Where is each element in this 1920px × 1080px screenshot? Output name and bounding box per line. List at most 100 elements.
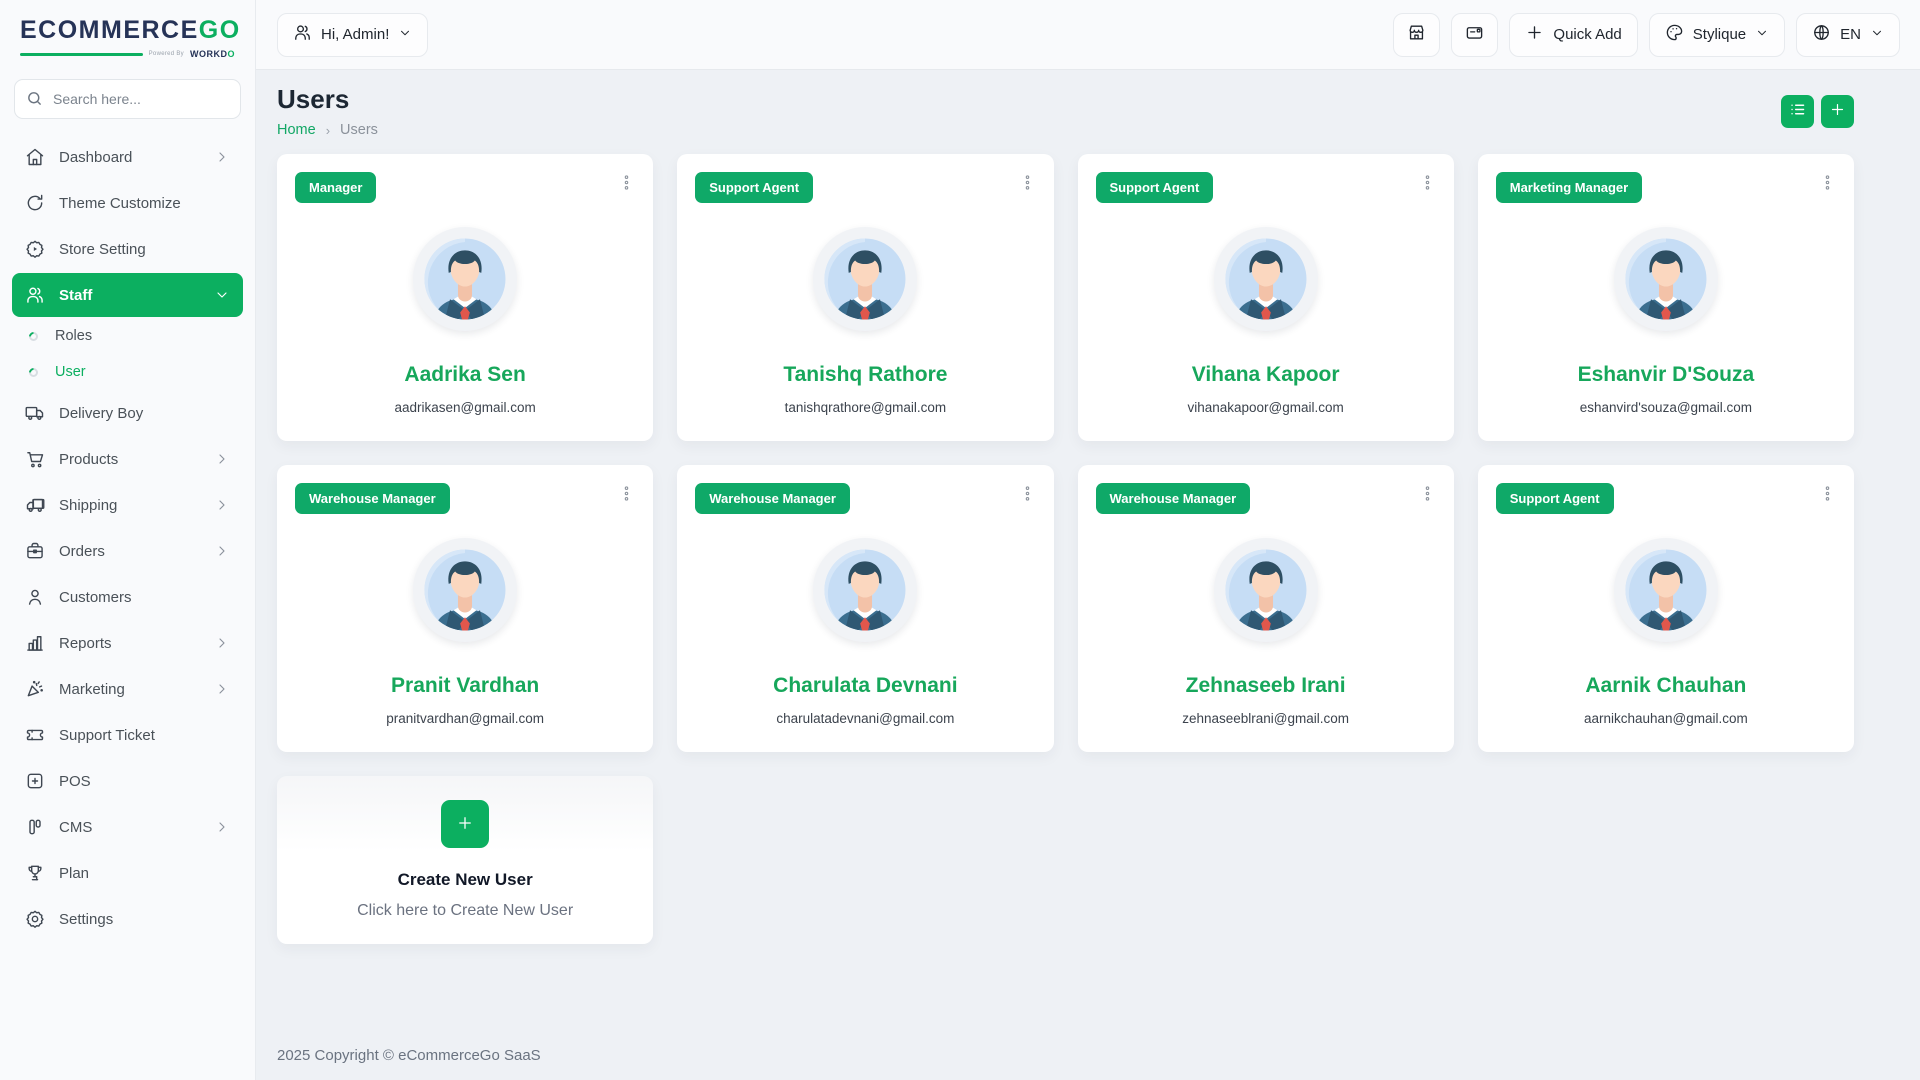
user-card: Manager Aadrika Sen aadrikasen@gmail.com	[277, 154, 653, 441]
sidebar-item-roles[interactable]: Roles	[12, 319, 243, 353]
role-badge: Warehouse Manager	[695, 483, 850, 514]
storefront-icon	[1407, 23, 1426, 46]
sidebar-item-support-ticket[interactable]: Support Ticket	[12, 713, 243, 757]
top-header: Hi, Admin! Quick Add Stylique EN	[256, 0, 1920, 70]
list-icon	[1789, 101, 1806, 121]
search-input[interactable]	[14, 79, 241, 119]
role-badge: Manager	[295, 172, 376, 203]
create-user-title: Create New User	[398, 870, 533, 890]
user-name: Eshanvir D'Souza	[1578, 363, 1755, 387]
store-setting-icon	[25, 239, 45, 259]
quick-add-button[interactable]: Quick Add	[1509, 13, 1637, 57]
sidebar-item-reports[interactable]: Reports	[12, 621, 243, 665]
list-view-button[interactable]	[1781, 95, 1814, 128]
role-badge: Support Agent	[695, 172, 813, 203]
avatar	[813, 227, 917, 331]
app-logo[interactable]: ECOMMERCEGO Powered By WORKDO	[0, 0, 255, 65]
create-user-subtitle: Click here to Create New User	[357, 902, 573, 920]
user-card: Support Agent Vihana Kapoor vihanakapoor…	[1078, 154, 1454, 441]
user-card: Support Agent Aarnik Chauhan aarnikchauh…	[1478, 465, 1854, 752]
avatar	[1614, 227, 1718, 331]
chevron-right-icon	[214, 681, 230, 697]
sidebar-item-marketing[interactable]: Marketing	[12, 667, 243, 711]
create-new-user-card[interactable]: Create New User Click here to Create New…	[277, 776, 653, 944]
sidebar-item-theme-customize[interactable]: Theme Customize	[12, 181, 243, 225]
messages-button[interactable]	[1451, 13, 1498, 57]
kebab-menu-icon[interactable]	[1419, 174, 1436, 196]
pos-icon	[25, 771, 45, 791]
kebab-menu-icon[interactable]	[618, 174, 635, 196]
user-name: Aadrika Sen	[404, 363, 525, 387]
add-user-button[interactable]	[1821, 95, 1854, 128]
customers-icon	[25, 587, 45, 607]
user-email: aarnikchauhan@gmail.com	[1584, 711, 1748, 726]
sidebar-item-store-setting[interactable]: Store Setting	[12, 227, 243, 271]
sidebar-item-orders[interactable]: Orders	[12, 529, 243, 573]
language-button[interactable]: EN	[1796, 13, 1900, 57]
chevron-right-icon	[214, 451, 230, 467]
role-badge: Warehouse Manager	[295, 483, 450, 514]
palette-icon	[1665, 23, 1684, 46]
orders-icon	[25, 541, 45, 561]
chevron-right-icon	[214, 819, 230, 835]
kebab-menu-icon[interactable]	[1019, 485, 1036, 507]
create-user-plus-button[interactable]	[441, 800, 489, 848]
sidebar: ECOMMERCEGO Powered By WORKDO Dashboard …	[0, 0, 256, 1080]
breadcrumb-separator: ›	[326, 123, 330, 138]
plus-icon	[456, 814, 474, 835]
user-name: Zehnaseeb Irani	[1186, 674, 1346, 698]
user-email: vihanakapoor@gmail.com	[1187, 400, 1343, 415]
powered-by-label: Powered By	[149, 51, 184, 57]
sidebar-item-shipping[interactable]: Shipping	[12, 483, 243, 527]
kebab-menu-icon[interactable]	[1419, 485, 1436, 507]
user-email: charulatadevnani@gmail.com	[776, 711, 954, 726]
user-card: Warehouse Manager Zehnaseeb Irani zehnas…	[1078, 465, 1454, 752]
breadcrumb-home-link[interactable]: Home	[277, 122, 316, 138]
sidebar-item-dashboard[interactable]: Dashboard	[12, 135, 243, 179]
user-name: Vihana Kapoor	[1192, 363, 1340, 387]
avatar	[1214, 227, 1318, 331]
main-area: Hi, Admin! Quick Add Stylique EN	[256, 0, 1920, 1080]
support-ticket-icon	[25, 725, 45, 745]
stylique-button[interactable]: Stylique	[1649, 13, 1785, 57]
avatar	[1214, 538, 1318, 642]
sidebar-item-plan[interactable]: Plan	[12, 851, 243, 895]
sidebar-item-delivery-boy[interactable]: Delivery Boy	[12, 391, 243, 435]
sidebar-item-settings[interactable]: Settings	[12, 897, 243, 941]
user-cards-grid: Manager Aadrika Sen aadrikasen@gmail.com…	[277, 154, 1854, 944]
role-badge: Warehouse Manager	[1096, 483, 1251, 514]
user-name: Charulata Devnani	[773, 674, 957, 698]
kebab-menu-icon[interactable]	[1019, 174, 1036, 196]
marketing-icon	[25, 679, 45, 699]
kebab-menu-icon[interactable]	[1819, 485, 1836, 507]
workdo-brand: WORKDO	[190, 49, 235, 59]
shipping-icon	[25, 495, 45, 515]
chevron-down-icon	[1755, 26, 1769, 44]
user-email: zehnaseeblrani@gmail.com	[1182, 711, 1349, 726]
content: Users Home › Users Manager Aadrika Sen a…	[256, 70, 1920, 1080]
sidebar-item-customers[interactable]: Customers	[12, 575, 243, 619]
sub-dot-icon	[27, 330, 40, 343]
admin-menu-button[interactable]: Hi, Admin!	[277, 13, 428, 57]
storefront-button[interactable]	[1393, 13, 1440, 57]
kebab-menu-icon[interactable]	[618, 485, 635, 507]
reports-icon	[25, 633, 45, 653]
sidebar-item-user[interactable]: User	[12, 355, 243, 389]
chevron-down-icon	[1870, 26, 1884, 44]
sidebar-item-pos[interactable]: POS	[12, 759, 243, 803]
sub-dot-icon	[27, 366, 40, 379]
page-head: Users Home › Users	[277, 84, 1854, 138]
sidebar-item-cms[interactable]: CMS	[12, 805, 243, 849]
page-title: Users	[277, 84, 378, 115]
breadcrumb-current: Users	[340, 122, 378, 138]
plus-icon	[1829, 101, 1846, 121]
logo-text: ECOMMERCEGO	[20, 16, 235, 45]
user-email: tanishqrathore@gmail.com	[785, 400, 947, 415]
sidebar-item-staff[interactable]: Staff	[12, 273, 243, 317]
sidebar-item-products[interactable]: Products	[12, 437, 243, 481]
kebab-menu-icon[interactable]	[1819, 174, 1836, 196]
avatar	[813, 538, 917, 642]
user-name: Tanishq Rathore	[783, 363, 947, 387]
logo-underline	[20, 53, 143, 56]
user-group-icon	[293, 23, 312, 46]
